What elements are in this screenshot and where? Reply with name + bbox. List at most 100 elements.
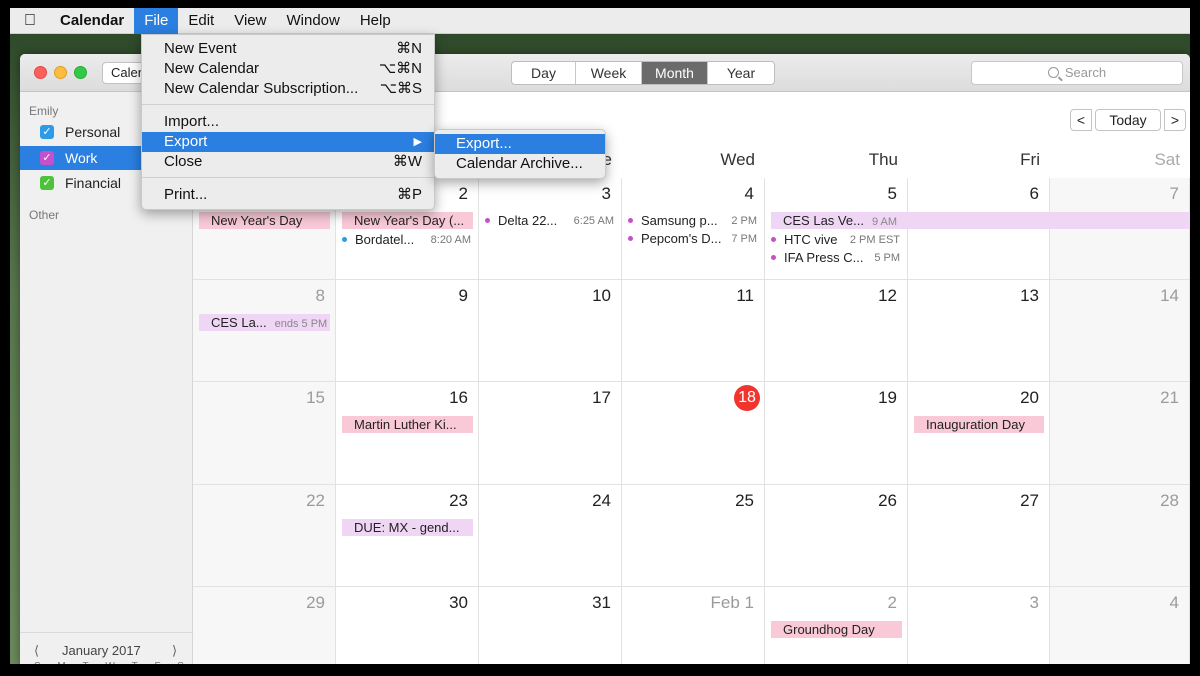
all-day-event[interactable]: CES Las Ve... 9 AM: [771, 212, 1190, 229]
all-day-event[interactable]: New Year's Day (...: [342, 212, 473, 229]
maximize-window-button[interactable]: [74, 66, 87, 79]
submenu-item-calendar-archive[interactable]: Calendar Archive...: [435, 154, 605, 174]
day-cell[interactable]: 12: [765, 280, 908, 382]
all-day-event[interactable]: New Year's Day: [199, 212, 330, 229]
day-cell[interactable]: 6: [908, 178, 1050, 280]
day-cell[interactable]: 7: [1050, 178, 1190, 280]
weekday-4: Thu: [868, 150, 898, 169]
day-cell[interactable]: 3 Delta 22... 6:25 AM: [479, 178, 622, 280]
menu-item-new-calendar[interactable]: New Calendar ⌥⌘N: [142, 59, 434, 79]
day-number: 16: [449, 388, 468, 407]
day-number: 3: [1029, 593, 1039, 612]
apple-icon[interactable]: : [10, 12, 50, 30]
day-cell[interactable]: 25: [622, 485, 765, 587]
day-number: 11: [736, 286, 754, 305]
mini-calendar-next-button[interactable]: ⟩: [172, 643, 177, 659]
day-cell[interactable]: 24: [479, 485, 622, 587]
day-cell[interactable]: 2 Groundhog Day: [765, 587, 908, 664]
menu-view[interactable]: View: [224, 8, 276, 34]
search-icon: [1047, 67, 1059, 78]
menu-item-label: Print...: [164, 186, 208, 203]
menu-edit[interactable]: Edit: [178, 8, 224, 34]
mini-weekday: S: [177, 661, 184, 664]
day-cell[interactable]: 8 CES La... ends 5 PM: [193, 280, 336, 382]
menu-item-import[interactable]: Import...: [142, 112, 434, 132]
calendar-color-dot: [628, 236, 633, 241]
day-cell[interactable]: 4: [1050, 587, 1190, 664]
checkbox-personal[interactable]: ✓: [40, 125, 54, 139]
timed-event[interactable]: Samsung p... 2 PM: [628, 212, 757, 230]
menu-item-new-calendar-subscription[interactable]: New Calendar Subscription... ⌥⌘S: [142, 79, 434, 99]
menu-file[interactable]: File: [134, 8, 179, 34]
mini-weekday: W: [105, 661, 114, 664]
timed-event[interactable]: Delta 22... 6:25 AM: [485, 212, 614, 230]
menu-item-export[interactable]: Export ▶: [142, 132, 434, 152]
day-cell[interactable]: 14: [1050, 280, 1190, 382]
view-month-button[interactable]: Month: [642, 62, 708, 84]
menu-app-name[interactable]: Calendar: [50, 8, 134, 34]
submenu-item-export[interactable]: Export...: [435, 134, 605, 154]
next-month-button[interactable]: >: [1164, 109, 1186, 131]
timed-event[interactable]: Pepcom's D... 7 PM: [628, 230, 757, 248]
all-day-event[interactable]: Inauguration Day: [914, 416, 1044, 433]
today-button[interactable]: Today: [1095, 109, 1161, 131]
menu-help[interactable]: Help: [350, 8, 401, 34]
view-year-button[interactable]: Year: [708, 62, 774, 84]
checkbox-financial[interactable]: ✓: [40, 176, 54, 190]
mini-calendar-prev-button[interactable]: ⟨: [34, 643, 39, 659]
menu-item-close[interactable]: Close ⌘W: [142, 152, 434, 172]
day-cell[interactable]: 10: [479, 280, 622, 382]
day-cell[interactable]: 27: [908, 485, 1050, 587]
day-cell[interactable]: 11: [622, 280, 765, 382]
day-cell[interactable]: 17: [479, 382, 622, 485]
search-field[interactable]: Search: [971, 61, 1183, 85]
all-day-event[interactable]: DUE: MX - gend...: [342, 519, 473, 536]
event-title: Inauguration Day: [926, 417, 1026, 432]
day-number: 20: [1020, 388, 1039, 407]
timed-event[interactable]: IFA Press C... 5 PM: [771, 249, 900, 267]
day-cell[interactable]: 16 Martin Luther Ki...: [336, 382, 479, 485]
day-cell[interactable]: 23 DUE: MX - gend...: [336, 485, 479, 587]
checkbox-work[interactable]: ✓: [40, 151, 54, 165]
event-time: 8:20 AM: [430, 234, 471, 246]
calendar-color-dot: [771, 255, 776, 260]
all-day-event[interactable]: Groundhog Day: [771, 621, 902, 638]
menu-item-print[interactable]: Print... ⌘P: [142, 185, 434, 205]
day-cell[interactable]: 3: [908, 587, 1050, 664]
day-cell[interactable]: 15: [193, 382, 336, 485]
day-cell[interactable]: 19: [765, 382, 908, 485]
day-number: 13: [1020, 286, 1039, 305]
menu-item-new-event[interactable]: New Event ⌘N: [142, 39, 434, 59]
day-cell[interactable]: 21: [1050, 382, 1190, 485]
day-cell[interactable]: 31: [479, 587, 622, 664]
day-cell[interactable]: 26: [765, 485, 908, 587]
previous-month-button[interactable]: <: [1070, 109, 1092, 131]
event-title: CES La...: [211, 315, 267, 330]
all-day-event[interactable]: Martin Luther Ki...: [342, 416, 473, 433]
view-day-button[interactable]: Day: [512, 62, 576, 84]
day-number: 28: [1160, 491, 1179, 510]
minimize-window-button[interactable]: [54, 66, 67, 79]
day-cell[interactable]: 4 Samsung p... 2 PM Pepcom's D... 7 PM: [622, 178, 765, 280]
view-week-button[interactable]: Week: [576, 62, 642, 84]
day-cell[interactable]: Feb 1: [622, 587, 765, 664]
timed-event[interactable]: HTC vive 2 PM EST: [771, 231, 900, 249]
close-window-button[interactable]: [34, 66, 47, 79]
menu-window[interactable]: Window: [276, 8, 349, 34]
day-cell[interactable]: 5 CES Las Ve... 9 AM HTC vive 2 PM EST IFA Pr…: [765, 178, 1190, 280]
day-cell[interactable]: 9: [336, 280, 479, 382]
event-time: ends 5 PM: [274, 318, 328, 330]
day-cell[interactable]: 20 Inauguration Day: [908, 382, 1050, 485]
day-cell[interactable]: 13: [908, 280, 1050, 382]
day-cell[interactable]: 28: [1050, 485, 1190, 587]
menu-item-label: Import...: [164, 113, 220, 130]
day-cell[interactable]: 18: [622, 382, 765, 485]
timed-event[interactable]: Bordatel... 8:20 AM: [342, 231, 471, 249]
day-cell[interactable]: 22: [193, 485, 336, 587]
all-day-event[interactable]: CES La... ends 5 PM: [199, 314, 330, 331]
day-number: 24: [592, 491, 611, 510]
day-cell[interactable]: 30: [336, 587, 479, 664]
day-cell[interactable]: 29: [193, 587, 336, 664]
menu-item-label: Export: [164, 133, 208, 150]
event-time: 2 PM: [731, 215, 757, 227]
